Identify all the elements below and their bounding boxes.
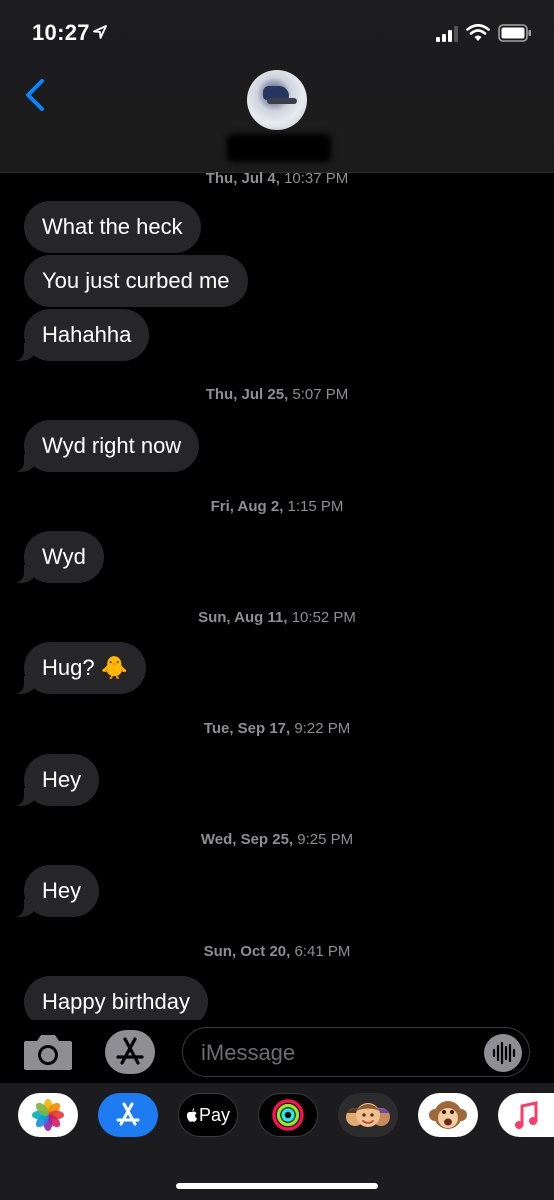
apple-pay-label: Pay xyxy=(198,1104,231,1125)
message-bubble[interactable]: What the heck xyxy=(24,201,201,253)
timestamp: Thu, Jul 25, 5:07 PM xyxy=(205,386,349,403)
cellular-signal-icon xyxy=(436,26,458,42)
camera-icon[interactable] xyxy=(22,1032,74,1072)
timestamp: Tue, Sep 17, 9:22 PM xyxy=(203,720,351,737)
imessage-placeholder: iMessage xyxy=(201,1040,296,1065)
status-bar: 10:27 xyxy=(0,0,554,70)
timestamp: Fri, Aug 2, 1:15 PM xyxy=(210,498,344,515)
message-bubble[interactable]: Hug? 🐥 xyxy=(11,642,147,694)
timestamp: Sun, Aug 11, 10:52 PM xyxy=(198,609,356,626)
message-bubble[interactable]: Wyd xyxy=(12,531,104,583)
imessage-input[interactable]: iMessage xyxy=(182,1027,530,1077)
status-time: 10:27 xyxy=(32,20,90,45)
message-thread[interactable]: Thu, Jul 4, 10:37 PM What the heck You j… xyxy=(0,172,554,1020)
message-bubble[interactable]: Wyd right now xyxy=(11,420,200,472)
message-bubble[interactable]: Hey xyxy=(11,754,100,806)
contact-avatar[interactable] xyxy=(247,70,307,130)
photos-app-icon[interactable] xyxy=(18,1093,78,1137)
timestamp: Wed, Sep 25, 9:25 PM xyxy=(200,831,354,848)
activity-app-icon[interactable] xyxy=(258,1093,318,1137)
message-bubble[interactable]: Hahahha xyxy=(11,309,150,361)
message-composer: iMessage xyxy=(0,1020,554,1082)
app-store-icon[interactable] xyxy=(104,1030,156,1074)
timestamp: Thu, Jul 4, 10:37 PM xyxy=(205,172,349,187)
location-arrow-icon xyxy=(93,25,107,39)
chevron-left-icon[interactable] xyxy=(22,78,52,112)
audio-waveform-icon[interactable] xyxy=(484,1034,522,1072)
message-bubble[interactable]: Happy birthday xyxy=(24,976,208,1020)
home-indicator[interactable] xyxy=(176,1183,378,1189)
message-bubble[interactable]: You just curbed me xyxy=(24,255,248,307)
music-app-icon[interactable] xyxy=(498,1093,554,1137)
contact-name-redacted[interactable] xyxy=(227,134,331,162)
apple-pay-app-icon[interactable]: Pay xyxy=(178,1093,238,1137)
message-bubble[interactable]: Hey xyxy=(11,865,100,917)
wifi-icon xyxy=(466,24,490,41)
timestamp: Sun, Oct 20, 6:41 PM xyxy=(203,943,351,960)
animoji-monkey-app-icon[interactable] xyxy=(418,1093,478,1137)
memoji-app-icon[interactable] xyxy=(338,1093,398,1137)
app-store-app-icon[interactable] xyxy=(98,1093,158,1137)
battery-icon xyxy=(498,24,531,42)
